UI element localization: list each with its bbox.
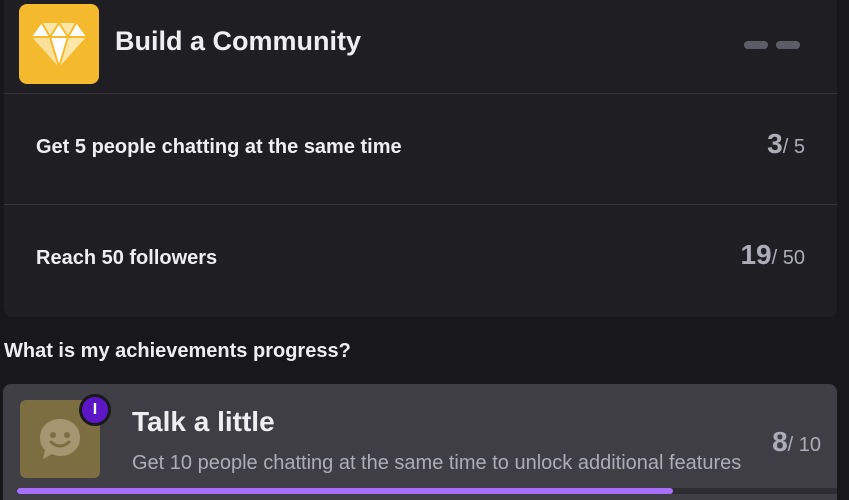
task-progress-total: / 5 (782, 136, 805, 158)
task-progress: 3/ 5 (767, 128, 805, 160)
achievement-title: Talk a little (132, 406, 275, 437)
level-badge: I (79, 394, 111, 426)
community-title: Build a Community (115, 26, 362, 56)
achievement-card[interactable]: I Talk a little Get 10 people chatting a… (3, 384, 837, 500)
achievement-progress: 8/ 10 (772, 426, 821, 458)
community-card-header[interactable]: Build a Community (4, 0, 837, 94)
dash-icon (776, 41, 800, 49)
achievement-description: Get 10 people chatting at the same time … (132, 452, 742, 474)
task-progress-current: 19 (740, 239, 772, 270)
achievement-progress-total: / 10 (787, 434, 821, 456)
task-label: Reach 50 followers (36, 247, 218, 269)
collapse-toggle-icon[interactable] (744, 38, 806, 52)
dash-icon (744, 41, 768, 49)
page: Build a Community Get 5 people chatting … (0, 0, 849, 500)
community-card: Build a Community Get 5 people chatting … (4, 0, 837, 317)
section-question: What is my achievements progress? (4, 340, 351, 362)
achievement-progress-current: 8 (772, 426, 788, 457)
progress-track (17, 488, 837, 494)
progress-fill (17, 488, 673, 494)
task-label: Get 5 people chatting at the same time (36, 136, 402, 158)
diamond-icon (19, 4, 99, 84)
task-progress-current: 3 (767, 128, 783, 159)
task-row: Get 5 people chatting at the same time 3… (4, 94, 837, 205)
task-row: Reach 50 followers 19/ 50 (4, 205, 837, 316)
task-progress: 19/ 50 (740, 239, 805, 271)
task-progress-total: / 50 (771, 247, 805, 269)
